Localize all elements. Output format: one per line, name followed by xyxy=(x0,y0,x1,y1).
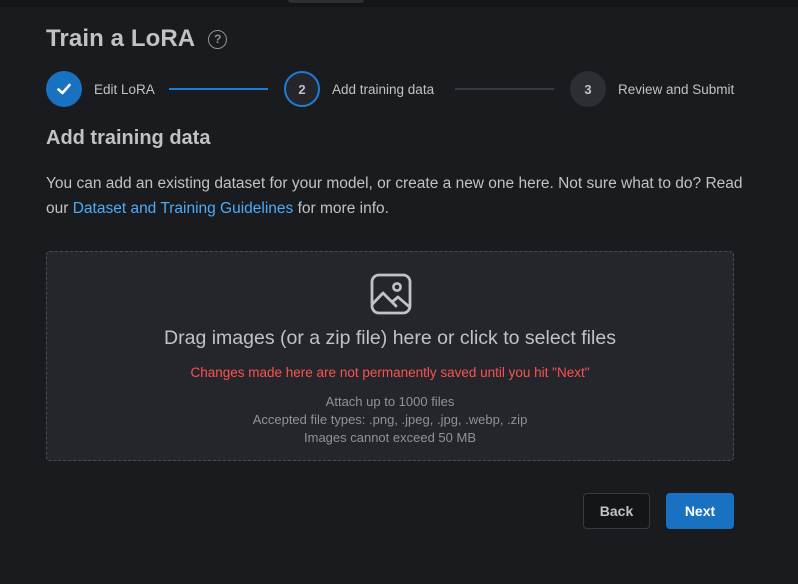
step-edit-lora[interactable]: Edit LoRA xyxy=(46,71,155,107)
top-bar-handle xyxy=(288,0,364,3)
back-button[interactable]: Back xyxy=(583,493,650,529)
step-review-and-submit[interactable]: 3 Review and Submit xyxy=(570,71,734,107)
step-completed-check-icon xyxy=(46,71,82,107)
dataset-guidelines-link[interactable]: Dataset and Training Guidelines xyxy=(73,200,294,217)
step-label: Edit LoRA xyxy=(94,81,155,97)
file-dropzone[interactable]: Drag images (or a zip file) here or clic… xyxy=(46,251,734,461)
image-icon xyxy=(370,273,412,315)
step-connector-pending xyxy=(455,88,554,90)
dropzone-instructions: Drag images (or a zip file) here or clic… xyxy=(164,327,616,349)
dropzone-warning: Changes made here are not permanently sa… xyxy=(190,365,590,380)
dropzone-file-types: Accepted file types: .png, .jpeg, .jpg, … xyxy=(252,412,528,427)
top-bar xyxy=(0,0,798,7)
check-icon xyxy=(57,83,71,95)
description-suffix: for more info. xyxy=(293,200,389,217)
section-title: Add training data xyxy=(46,127,211,149)
dropzone-size-limit: Images cannot exceed 50 MB xyxy=(304,430,476,445)
step-label: Add training data xyxy=(332,81,435,97)
title-row: Train a LoRA ? xyxy=(46,24,228,54)
step-label: Review and Submit xyxy=(618,81,735,97)
dropzone-file-limit: Attach up to 1000 files xyxy=(325,394,455,409)
section-description: You can add an existing dataset for your… xyxy=(46,171,746,221)
next-button[interactable]: Next xyxy=(666,493,734,529)
step-number: 2 xyxy=(284,71,320,107)
step-number: 3 xyxy=(570,71,606,107)
step-connector-completed xyxy=(169,88,268,90)
page-title: Train a LoRA xyxy=(46,25,196,52)
help-circle-icon[interactable]: ? xyxy=(208,29,228,49)
stepper: Edit LoRA 2 Add training data 3 Review a… xyxy=(46,71,734,107)
step-add-training-data[interactable]: 2 Add training data xyxy=(284,71,434,107)
